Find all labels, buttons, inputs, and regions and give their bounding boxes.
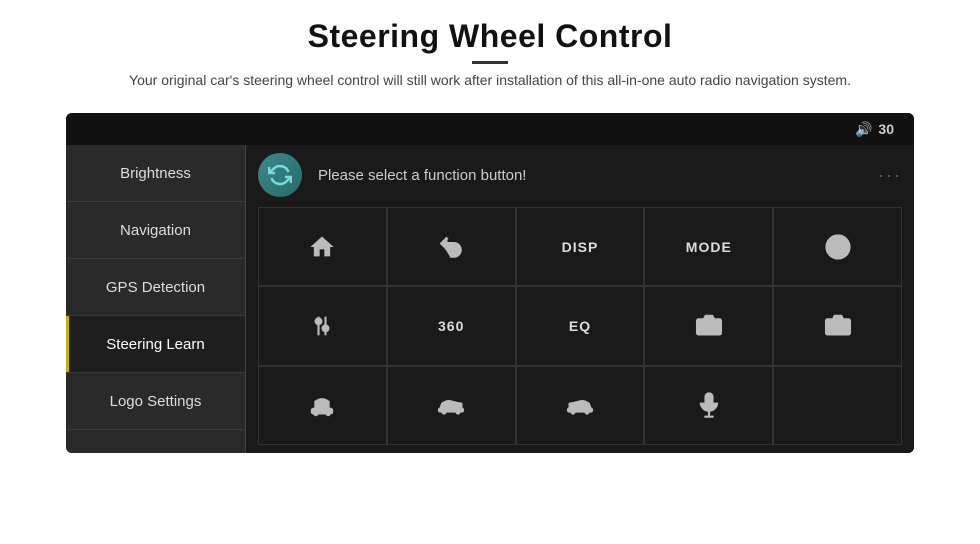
- prompt-row: Please select a function button! ···: [258, 153, 902, 197]
- sidebar: Brightness Navigation GPS Detection Stee…: [66, 145, 246, 453]
- func-back[interactable]: [387, 207, 516, 286]
- func-home[interactable]: [258, 207, 387, 286]
- top-right-dots: ···: [878, 165, 902, 186]
- sidebar-item-navigation[interactable]: Navigation: [66, 202, 245, 259]
- func-eq[interactable]: EQ: [516, 286, 645, 365]
- disp-label: DISP: [562, 239, 599, 255]
- top-bar: 🔊 30: [66, 113, 914, 145]
- func-camera1[interactable]: [644, 286, 773, 365]
- func-mode[interactable]: MODE: [644, 207, 773, 286]
- main-area: Brightness Navigation GPS Detection Stee…: [66, 145, 914, 453]
- volume-icon: 🔊: [855, 121, 872, 138]
- page-wrapper: Steering Wheel Control Your original car…: [0, 0, 980, 544]
- mode-label: MODE: [686, 239, 732, 255]
- func-car-left[interactable]: [387, 366, 516, 445]
- func-settings[interactable]: [258, 286, 387, 365]
- device-frame: 🔊 30 Brightness Navigation GPS Detection…: [66, 113, 914, 453]
- func-camera2[interactable]: [773, 286, 902, 365]
- sidebar-item-brightness[interactable]: Brightness: [66, 145, 245, 202]
- content-area: Please select a function button! ···: [246, 145, 914, 453]
- function-grid: DISP MODE: [258, 207, 902, 445]
- subtitle: Your original car's steering wheel contr…: [129, 70, 851, 91]
- eq-label: EQ: [569, 318, 591, 334]
- func-car-front[interactable]: [258, 366, 387, 445]
- volume-value: 30: [878, 121, 894, 137]
- refresh-icon[interactable]: [258, 153, 302, 197]
- func-mic[interactable]: [644, 366, 773, 445]
- title-divider: [472, 61, 508, 64]
- func-empty: [773, 366, 902, 445]
- func-phone[interactable]: [773, 207, 902, 286]
- sidebar-item-steering[interactable]: Steering Learn: [66, 316, 245, 373]
- func-disp[interactable]: DISP: [516, 207, 645, 286]
- sidebar-item-gps[interactable]: GPS Detection: [66, 259, 245, 316]
- prompt-text: Please select a function button!: [318, 167, 526, 184]
- func-360[interactable]: 360: [387, 286, 516, 365]
- func-car-right[interactable]: [516, 366, 645, 445]
- page-title: Steering Wheel Control: [129, 18, 851, 55]
- title-section: Steering Wheel Control Your original car…: [129, 18, 851, 91]
- sidebar-item-logo[interactable]: Logo Settings: [66, 373, 245, 430]
- 360-label: 360: [438, 318, 464, 334]
